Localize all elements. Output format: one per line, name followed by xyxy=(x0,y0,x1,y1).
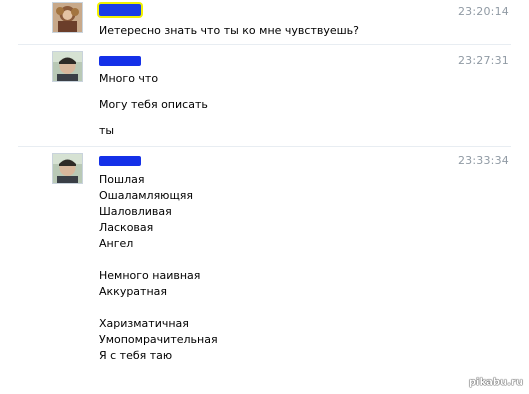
message-text: ты xyxy=(99,124,115,137)
message-text: Умопомрачительная xyxy=(99,333,218,346)
message-text: Могу тебя описать xyxy=(99,98,208,111)
message-text: Много что xyxy=(99,72,159,85)
message-text: Ангел xyxy=(99,237,134,250)
message-text: Харизматичная xyxy=(99,317,189,330)
message-text: Ласковая xyxy=(99,221,154,234)
message-time: 23:33:34 xyxy=(457,154,509,167)
divider xyxy=(18,146,511,147)
redacted-author-name xyxy=(99,4,141,16)
message-text: Я с тебя таю xyxy=(99,349,173,362)
watermark: pikabu.ru xyxy=(468,377,523,388)
message-text: Пошлая xyxy=(99,173,145,186)
message-time: 23:27:31 xyxy=(457,54,509,67)
message-text: Шаловливая xyxy=(99,205,172,218)
avatar[interactable] xyxy=(52,153,83,184)
divider xyxy=(18,44,511,45)
avatar[interactable] xyxy=(52,2,83,33)
avatar[interactable] xyxy=(52,51,83,82)
message-text: Аккуратная xyxy=(99,285,168,298)
message-text: Ошаламляющяя xyxy=(99,189,194,202)
redacted-author-name xyxy=(99,56,141,66)
message-time: 23:20:14 xyxy=(457,5,509,18)
message-text: Иетересно знать что ты ко мне чувствуешь… xyxy=(99,24,359,37)
message-text: Немного наивная xyxy=(99,269,201,282)
redacted-author-name xyxy=(99,156,141,166)
